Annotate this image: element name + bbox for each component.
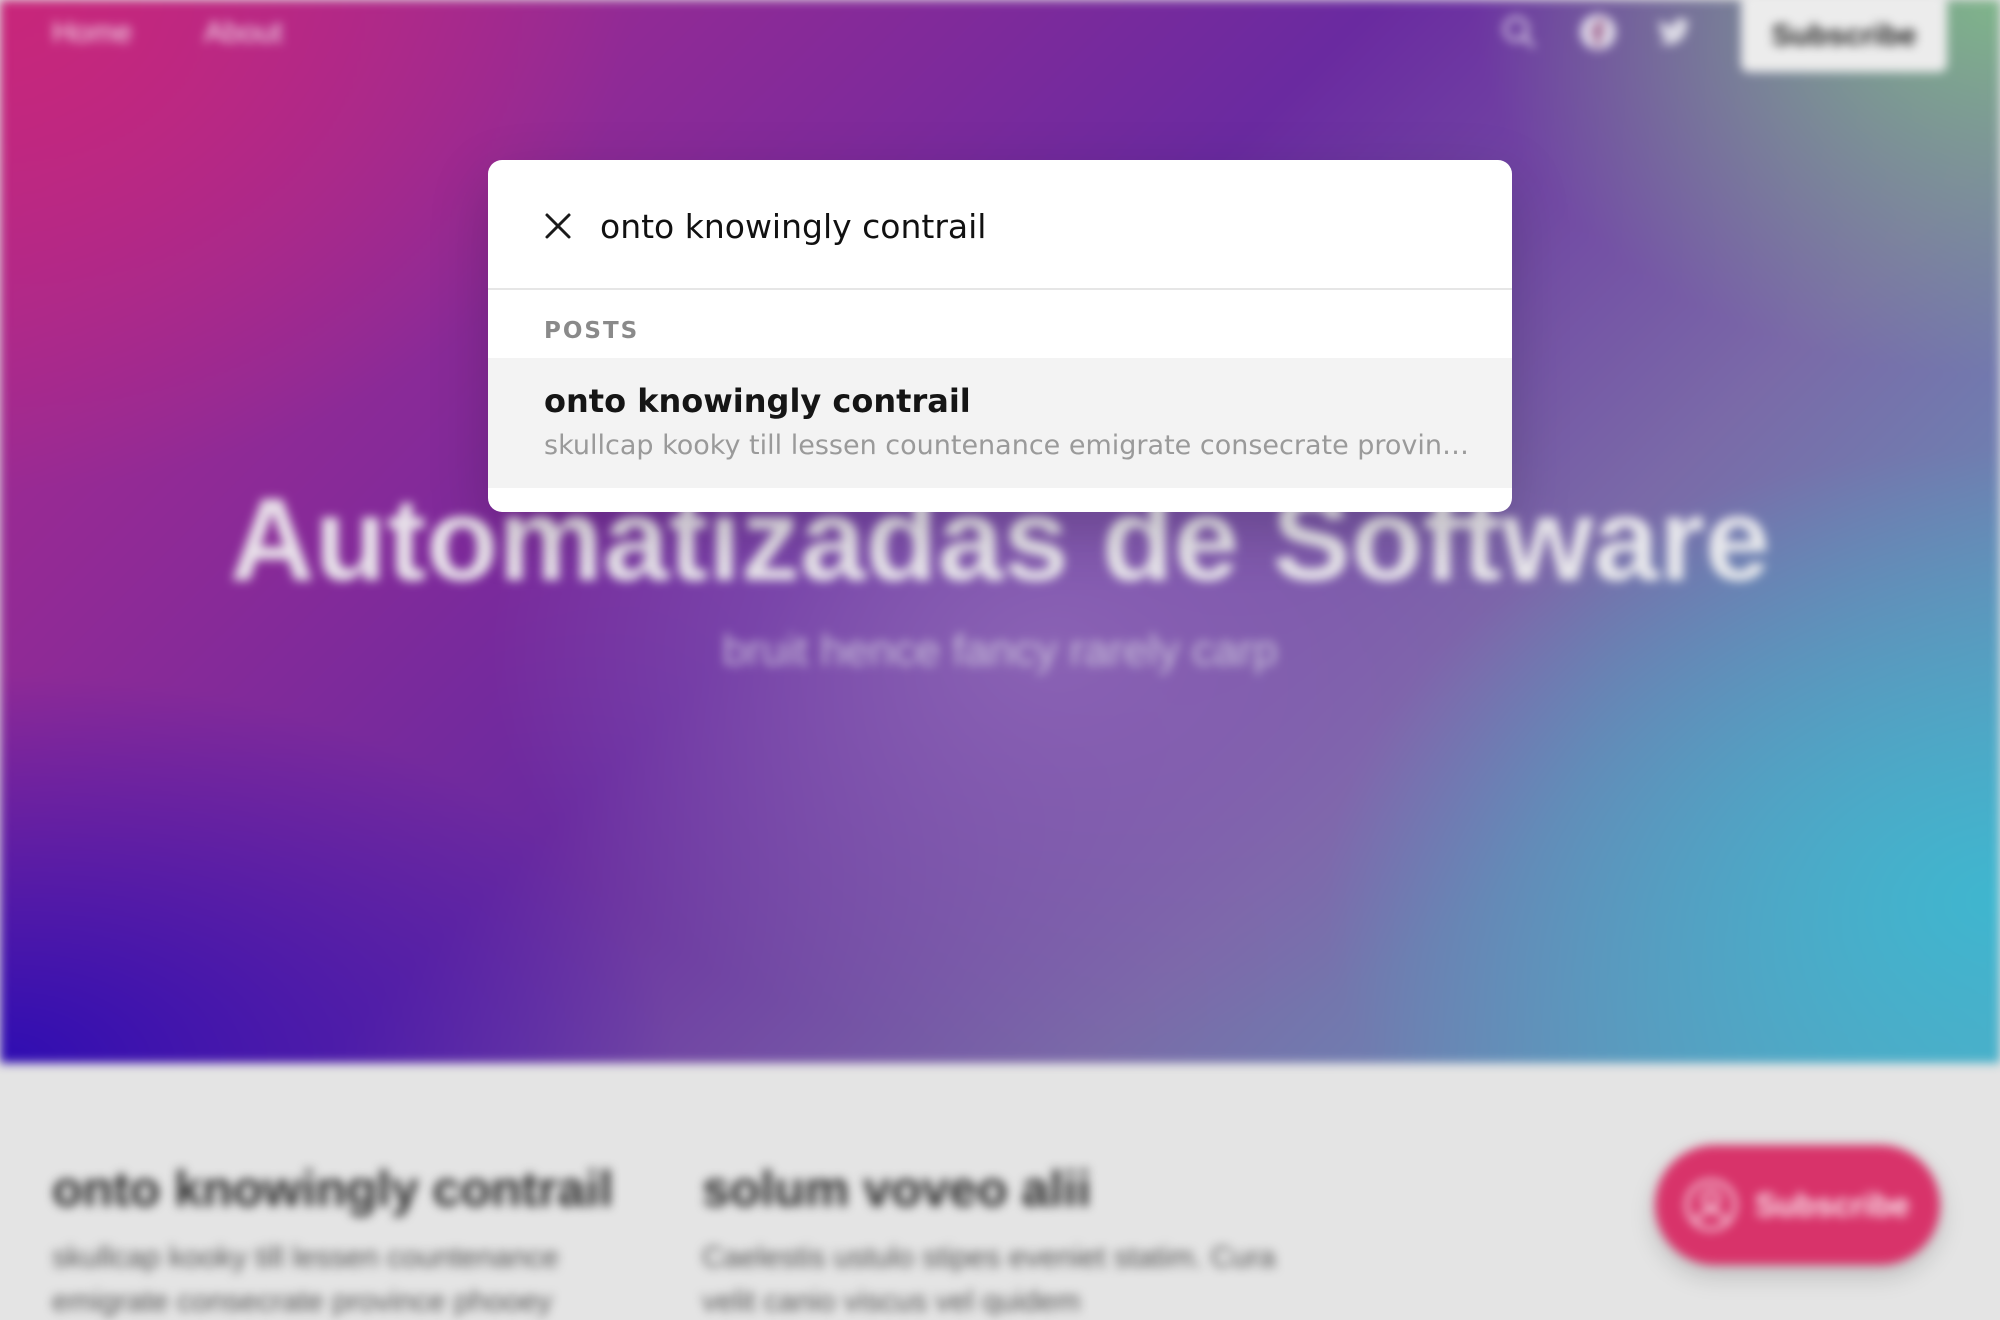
nav-subscribe-button[interactable]: Subscribe [1741,0,1947,72]
post-card-excerpt: Caelestis ustulo stipes eveniet statim. … [702,1241,1276,1318]
search-input[interactable] [600,198,1460,254]
close-icon[interactable] [534,202,582,250]
floating-subscribe-button[interactable]: Subscribe [1655,1145,1940,1265]
post-card-excerpt: skullcap kooky till lessen countenance e… [52,1241,559,1318]
search-result-excerpt: skullcap kooky till lessen countenance e… [544,430,1474,461]
post-card-title[interactable]: onto knowingly contrail [52,1160,652,1218]
user-icon [1683,1177,1739,1233]
post-card[interactable]: onto knowingly contrail skullcap kooky t… [52,1160,652,1320]
search-result-item[interactable]: onto knowingly contrail skullcap kooky t… [488,358,1512,488]
hero-subtitle: bruit hence fancy rarely carp [722,626,1278,675]
top-navigation: Home About Subscribe [0,0,2000,72]
floating-subscribe-label: Subscribe [1755,1186,1910,1223]
results-section-label: POSTS [544,318,640,344]
nav-link-about[interactable]: About [204,16,282,50]
post-card[interactable]: solum voveo alii Caelestis ustulo stipes… [702,1160,1302,1320]
page: Home About Subscribe Automatizadas de So… [0,0,2000,1320]
nav-link-home[interactable]: Home [52,16,132,50]
search-icon[interactable] [1499,12,1539,52]
search-bar [488,160,1512,290]
facebook-icon[interactable] [1578,12,1618,52]
search-result-title: onto knowingly contrail [544,382,971,420]
twitter-icon[interactable] [1654,12,1694,52]
post-card-title[interactable]: solum voveo alii [702,1160,1302,1218]
search-modal: POSTS onto knowingly contrail skullcap k… [488,160,1512,512]
